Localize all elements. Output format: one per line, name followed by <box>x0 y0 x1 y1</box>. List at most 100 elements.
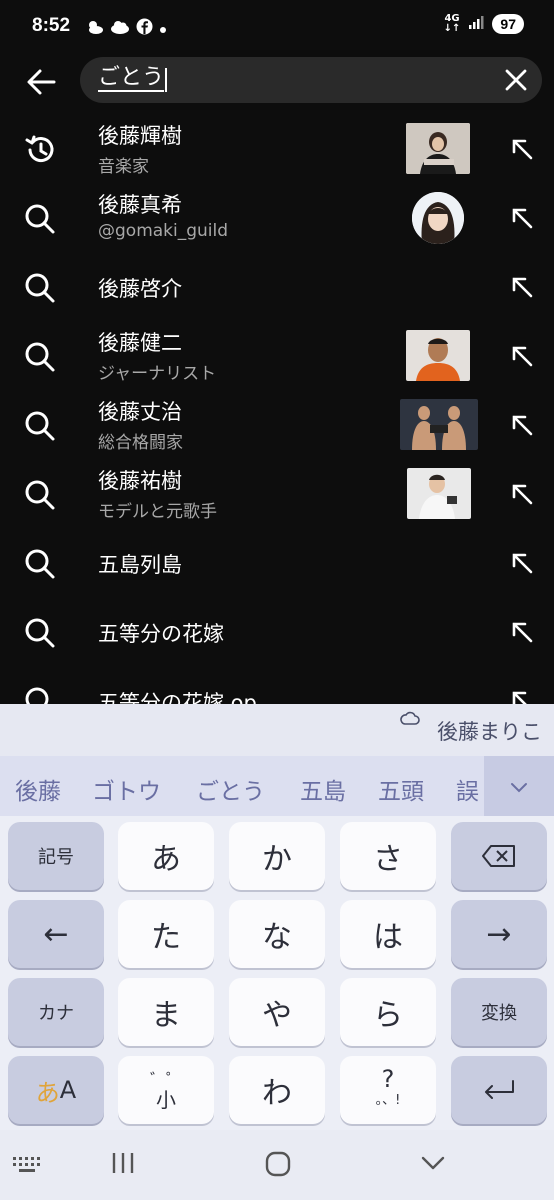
candidate-word[interactable]: ごとう <box>196 772 265 806</box>
search-query-text: ごとう <box>98 65 165 92</box>
weather-icon <box>86 19 104 39</box>
mode-alpha: A <box>59 1076 77 1104</box>
suggestion-title: 後藤真希 <box>98 193 182 217</box>
status-bar: 8:52 4G ↓↑ 97 <box>0 0 554 56</box>
cloud-icon <box>400 711 420 725</box>
suggestion-thumbnail <box>407 468 471 519</box>
input-mode-key[interactable]: あA <box>8 1056 104 1124</box>
suggestion-thumbnail <box>400 399 478 450</box>
home-icon[interactable] <box>264 1150 292 1178</box>
fill-query-arrow-icon[interactable] <box>510 620 534 644</box>
suggestion-subtitle: 音楽家 <box>98 157 149 177</box>
candidate-bar: 後藤 ゴトウ ごとう 五島 五頭 誤 <box>0 756 554 816</box>
key-wa[interactable]: わ <box>229 1056 325 1124</box>
back-button[interactable] <box>22 62 62 102</box>
search-input[interactable]: ごとう <box>80 57 542 103</box>
punctuation-key[interactable]: ? 。、! <box>340 1056 436 1124</box>
fill-query-arrow-icon[interactable] <box>510 413 534 437</box>
suggestion-subtitle: モデルと元歌手 <box>98 502 217 522</box>
suggestion-title: 後藤丈治 <box>98 400 182 424</box>
small-label: 小 <box>156 1088 176 1112</box>
search-icon <box>25 618 55 648</box>
suggestion-subtitle: 総合格闘家 <box>98 433 183 453</box>
history-icon <box>25 135 54 163</box>
suggestion-row[interactable]: 後藤啓介 <box>0 252 554 321</box>
fill-query-arrow-icon[interactable] <box>510 551 534 575</box>
suggestion-thumbnail <box>406 123 470 174</box>
punct-sub-label: 。、! <box>375 1093 401 1108</box>
backspace-key[interactable] <box>451 822 547 890</box>
key-ha[interactable]: は <box>340 900 436 968</box>
kana-key[interactable]: カナ <box>8 978 104 1046</box>
status-time: 8:52 <box>32 15 71 36</box>
suggestion-title: 五等分の花嫁 <box>98 622 224 646</box>
suggestion-subtitle: ジャーナリスト <box>98 364 217 384</box>
fill-query-arrow-icon[interactable] <box>510 344 534 368</box>
search-suggestions-list: 後藤輝樹 音楽家 後藤真希 @gomaki_guild 後藤啓介 後藤健二 ジャ… <box>0 114 554 704</box>
fill-query-arrow-icon[interactable] <box>510 206 534 230</box>
convert-key[interactable]: 変換 <box>451 978 547 1046</box>
key-ra[interactable]: ら <box>340 978 436 1046</box>
more-notifications-dot <box>159 19 167 38</box>
network-indicator: 4G ↓↑ <box>444 14 461 34</box>
keyboard-keys: 記号 あ か さ ← た な は → カナ ま や ら 変換 あA ゛゜ 小 わ <box>0 816 554 1130</box>
suggestion-title: 五島列島 <box>98 553 182 577</box>
signal-icon <box>468 14 484 34</box>
text-cursor <box>165 68 167 92</box>
enter-key[interactable] <box>451 1056 547 1124</box>
fill-query-arrow-icon[interactable] <box>510 275 534 299</box>
key-ta[interactable]: た <box>118 900 214 968</box>
enter-icon <box>485 1080 514 1099</box>
key-a[interactable]: あ <box>118 822 214 890</box>
expand-candidates-button[interactable] <box>484 756 554 816</box>
cloud-icon <box>110 19 130 38</box>
fill-query-arrow-icon[interactable] <box>510 482 534 506</box>
dakuten-small-key[interactable]: ゛゜ 小 <box>118 1056 214 1124</box>
suggestion-row[interactable]: 五島列島 <box>0 528 554 597</box>
ai-suggestion-bar[interactable]: 後藤まりこ <box>0 704 554 756</box>
suggestion-subtitle: @gomaki_guild <box>98 221 229 241</box>
candidate-word[interactable]: 五島 <box>300 772 346 806</box>
recent-apps-icon[interactable] <box>110 1150 136 1176</box>
key-na[interactable]: な <box>229 900 325 968</box>
candidate-word[interactable]: 後藤 <box>15 772 61 806</box>
suggestion-row[interactable]: 五等分の花嫁 <box>0 597 554 666</box>
suggestion-row[interactable]: 後藤真希 @gomaki_guild <box>0 183 554 252</box>
clear-search-button[interactable] <box>504 68 528 92</box>
backspace-icon <box>482 845 515 867</box>
cursor-left-key[interactable]: ← <box>8 900 104 968</box>
candidate-word[interactable]: 五頭 <box>378 772 424 806</box>
dakuten-label: ゛゜ <box>149 1070 182 1089</box>
cursor-right-key[interactable]: → <box>451 900 547 968</box>
symbols-key[interactable]: 記号 <box>8 822 104 890</box>
suggestion-row[interactable]: 後藤健二 ジャーナリスト <box>0 321 554 390</box>
key-ya[interactable]: や <box>229 978 325 1046</box>
suggestion-title: 後藤輝樹 <box>98 124 182 148</box>
status-notification-icons <box>86 18 167 39</box>
keyboard-hide-icon[interactable] <box>12 1156 42 1174</box>
close-icon <box>505 69 527 91</box>
keyboard: 後藤まりこ 後藤 ゴトウ ごとう 五島 五頭 誤 記号 あ か さ ← た な … <box>0 704 554 1130</box>
key-sa[interactable]: さ <box>340 822 436 890</box>
arrow-left-icon <box>27 69 56 95</box>
suggestion-row[interactable]: 五等分の花嫁 op <box>0 666 554 704</box>
candidate-word[interactable]: ゴトウ <box>92 772 161 806</box>
navigation-bar <box>0 1130 554 1200</box>
data-arrows-icon: ↓↑ <box>443 23 461 34</box>
suggestion-row[interactable]: 後藤丈治 総合格闘家 <box>0 390 554 459</box>
fill-query-arrow-icon[interactable] <box>510 137 534 161</box>
suggestion-title: 後藤祐樹 <box>98 469 182 493</box>
suggestion-row[interactable]: 後藤祐樹 モデルと元歌手 <box>0 459 554 528</box>
key-ka[interactable]: か <box>229 822 325 890</box>
key-ma[interactable]: ま <box>118 978 214 1046</box>
fill-query-arrow-icon[interactable] <box>510 689 534 704</box>
candidate-word[interactable]: 誤 <box>456 772 479 806</box>
search-icon <box>25 687 49 704</box>
battery-level: 97 <box>492 14 524 34</box>
punct-label: ? <box>381 1065 395 1093</box>
suggestion-row[interactable]: 後藤輝樹 音楽家 <box>0 114 554 183</box>
back-nav-icon[interactable] <box>420 1150 446 1176</box>
facebook-icon <box>136 18 153 39</box>
suggestion-title: 五等分の花嫁 op <box>98 691 257 704</box>
status-right: 4G ↓↑ 97 <box>444 14 524 34</box>
